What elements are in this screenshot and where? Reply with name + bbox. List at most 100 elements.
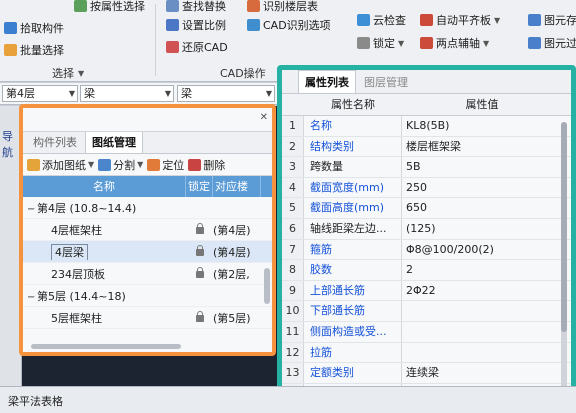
drawing-lock-cell — [186, 245, 213, 258]
cad-options-icon — [247, 19, 260, 31]
property-value[interactable]: 2 — [402, 260, 413, 280]
property-value[interactable]: 5B — [402, 157, 421, 177]
scale-icon — [166, 19, 179, 31]
drawing-tree-row[interactable]: 5层框架柱 (第5层) — [23, 307, 272, 329]
collapse-toggle-icon[interactable]: − — [27, 292, 37, 303]
property-row-index: 8 — [282, 260, 304, 280]
collapse-toggle-icon[interactable]: − — [27, 204, 37, 215]
pick-component-button[interactable]: 拾取构件 — [4, 20, 64, 36]
property-row[interactable]: 5 截面高度(mm) 650 — [282, 198, 571, 219]
header-property-name: 属性名称 — [331, 98, 375, 111]
batch-select-button[interactable]: 批量选择 — [4, 42, 64, 58]
set-scale-button[interactable]: 设置比例 — [166, 17, 226, 33]
property-value[interactable]: 楼层框架梁 — [402, 137, 461, 157]
drawing-tree-row[interactable]: 234层顶板 (第2层, — [23, 263, 272, 285]
lock-icon[interactable] — [195, 311, 204, 322]
property-row[interactable]: 7 箍筋 Φ8@100/200(2) — [282, 239, 571, 261]
chevron-down-icon: ▼ — [494, 15, 501, 25]
lock-icon[interactable] — [195, 245, 204, 256]
select-group-label[interactable]: 选择 ▼ — [52, 65, 84, 81]
property-row-index: 7 — [282, 239, 304, 260]
find-replace-button[interactable]: 查找替换 — [166, 0, 226, 14]
property-value[interactable] — [402, 322, 406, 342]
drawing-floor-cell: (第4层) — [213, 223, 251, 237]
property-name: 跨数量 — [304, 157, 402, 177]
property-value[interactable]: 250 — [402, 178, 427, 198]
property-row[interactable]: 8 胶数 2 — [282, 260, 571, 281]
header-name[interactable]: 名称 — [23, 176, 186, 197]
restore-cad-button[interactable]: 还原CAD — [166, 39, 228, 55]
property-scrollbar-thumb[interactable] — [561, 122, 567, 332]
close-icon[interactable]: ✕ — [260, 112, 268, 123]
split-label: 分割 — [113, 158, 136, 172]
property-row[interactable]: 3 跨数量 5B — [282, 157, 571, 178]
drawing-tree-row[interactable]: − 第5层 (14.4~18) — [23, 285, 272, 307]
identify-floor-table-button[interactable]: 识别楼层表 — [247, 0, 318, 14]
select-by-attribute-button[interactable]: 按属性选择 — [74, 0, 145, 14]
delete-button[interactable]: 删除 — [188, 157, 225, 173]
property-row[interactable]: 10 下部通长筋 — [282, 301, 571, 322]
tab-property-list[interactable]: 属性列表 — [298, 70, 356, 93]
property-row[interactable]: 1 名称 KL8(5B) — [282, 116, 571, 137]
tab-component-list[interactable]: 构件列表 — [27, 131, 83, 153]
split-button[interactable]: 分割 ▼ — [98, 157, 143, 173]
vertical-scrollbar[interactable] — [264, 268, 270, 304]
drawing-tree-row[interactable]: 4层梁 (第4层) — [23, 241, 272, 263]
drawing-lock-cell — [186, 223, 213, 236]
add-drawing-button[interactable]: 添加图纸 ▼ — [27, 157, 94, 173]
drawing-tree-row[interactable]: 4层框架柱 (第4层) — [23, 219, 272, 241]
element-store-button[interactable]: 图元存 — [528, 12, 576, 28]
property-name: 轴线距梁左边... — [304, 218, 402, 239]
property-value[interactable]: 2Φ22 — [402, 281, 436, 301]
panel-titlebar[interactable]: ✕ — [23, 108, 272, 132]
floor-select[interactable]: 第4层 ▼ — [2, 85, 78, 102]
floor-select-value: 第4层 — [6, 87, 35, 100]
horizontal-scrollbar[interactable] — [31, 344, 181, 349]
property-value[interactable]: (125) — [402, 219, 436, 239]
property-value[interactable]: Φ8@100/200(2) — [402, 240, 494, 260]
property-value[interactable]: KL8(5B) — [402, 116, 449, 136]
two-point-axis-button[interactable]: 两点辅轴 ▼ — [420, 35, 489, 51]
property-row-index: 12 — [282, 342, 304, 363]
lock-button[interactable]: 锁定 ▼ — [357, 35, 404, 51]
header-lock[interactable]: 锁定 — [186, 176, 213, 197]
cad-identify-options-button[interactable]: CAD识别选项 — [247, 17, 331, 33]
component-type-select[interactable]: 梁 ▼ — [80, 85, 174, 102]
property-row[interactable]: 13 定额类别 连续梁 — [282, 363, 571, 384]
property-value[interactable]: 650 — [402, 198, 427, 218]
locate-button[interactable]: 定位 — [147, 157, 184, 173]
property-row[interactable]: 9 上部通长筋 2Φ22 — [282, 280, 571, 302]
header-floor[interactable]: 对应楼 — [213, 176, 261, 197]
element-filter-button[interactable]: 图元过 — [528, 35, 576, 51]
cloud-check-button[interactable]: 云检查 — [357, 12, 406, 28]
property-row[interactable]: 12 拉筋 — [282, 342, 571, 364]
drawing-tree-name-cell: 5层框架柱 — [23, 310, 186, 326]
drawing-tools: 添加图纸 ▼ 分割 ▼ 定位 删除 — [23, 154, 272, 176]
beam-table-label[interactable]: 梁平法表格 — [8, 393, 63, 409]
chevron-down-icon: ▼ — [164, 89, 171, 98]
drawing-tree-row[interactable]: − 第4层 (10.8~14.4) — [23, 197, 272, 219]
property-value[interactable] — [402, 343, 406, 363]
chevron-down-icon: ▼ — [78, 68, 85, 78]
tab-layer-management[interactable]: 图层管理 — [358, 71, 414, 93]
property-row[interactable]: 11 侧面构造或受... — [282, 321, 571, 343]
property-row[interactable]: 4 截面宽度(mm) 250 — [282, 177, 571, 199]
property-value[interactable]: 连续梁 — [402, 363, 439, 383]
component-subtype-select[interactable]: 梁 ▼ — [177, 85, 275, 102]
lock-icon[interactable] — [195, 223, 204, 234]
property-row[interactable]: 6 轴线距梁左边... (125) — [282, 218, 571, 240]
delete-icon — [188, 158, 202, 171]
lock-label: 锁定 — [373, 37, 395, 50]
property-name: 胶数 — [304, 260, 402, 280]
property-row[interactable]: 2 结构类别 楼层框架梁 — [282, 136, 571, 158]
axis-icon — [420, 37, 433, 49]
lock-icon[interactable] — [195, 267, 204, 278]
set-scale-label: 设置比例 — [182, 19, 226, 32]
tab-drawing-management[interactable]: 图纸管理 — [85, 130, 143, 153]
find-replace-label: 查找替换 — [182, 0, 226, 13]
locate-label: 定位 — [162, 158, 185, 172]
property-value[interactable] — [402, 301, 406, 321]
auto-align-slab-button[interactable]: 自动平齐板 ▼ — [420, 12, 500, 28]
add-drawing-label: 添加图纸 — [42, 158, 86, 172]
drawing-name: 第4层 (10.8~14.4) — [37, 201, 137, 215]
